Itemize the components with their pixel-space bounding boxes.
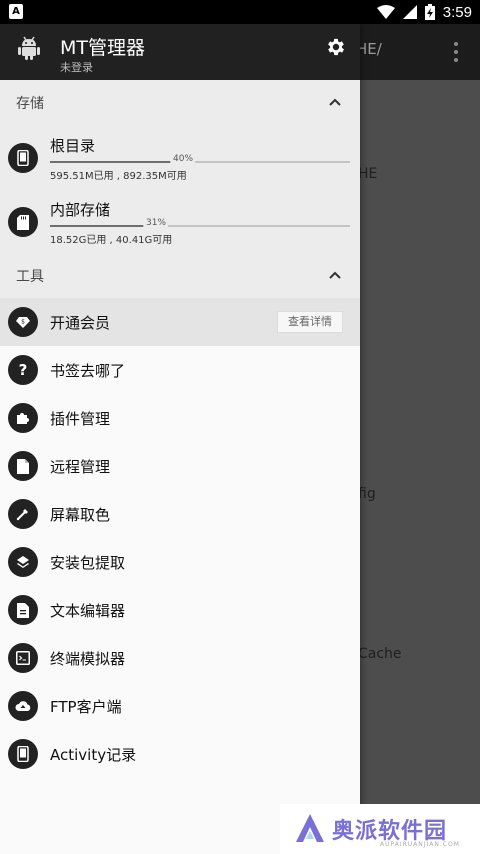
storage-item-internal[interactable]: 内部存储 31% 18.52G已用 , 40.41G可用 bbox=[0, 189, 360, 253]
tools-section-title: 工具 bbox=[16, 269, 44, 285]
menu-label: 插件管理 bbox=[50, 410, 111, 428]
menu-item-vip[interactable]: $ 开通会员 查看详情 bbox=[0, 298, 360, 346]
puzzle-icon bbox=[8, 403, 38, 433]
storage-item-root[interactable]: 根目录 40% 595.51M已用 , 892.35M可用 bbox=[0, 125, 360, 189]
signal-icon bbox=[402, 5, 417, 19]
menu-item-text-editor[interactable]: 文本编辑器 bbox=[0, 586, 360, 634]
storage-progress-fill bbox=[50, 225, 143, 227]
view-details-button[interactable]: 查看详情 bbox=[277, 311, 343, 333]
notification-icon: A bbox=[9, 4, 23, 19]
login-status[interactable]: 未登录 bbox=[60, 59, 93, 75]
app-title: MT管理器 bbox=[60, 37, 145, 59]
document-icon bbox=[8, 595, 38, 625]
background-item[interactable]: HE bbox=[358, 166, 377, 182]
navigation-drawer: MT管理器 未登录 存储 根目录 40% 595.51M已用 , 892.35M… bbox=[0, 24, 360, 854]
settings-gear-icon[interactable] bbox=[325, 36, 347, 58]
night-mode-icon[interactable] bbox=[276, 37, 298, 59]
cloud-icon bbox=[8, 691, 38, 721]
storage-percent: 31% bbox=[144, 218, 169, 228]
svg-text:$: $ bbox=[21, 319, 25, 326]
storage-detail: 18.52G已用 , 40.41G可用 bbox=[50, 235, 173, 246]
sd-card-icon bbox=[8, 207, 38, 237]
menu-item-color-picker[interactable]: 屏幕取色 bbox=[0, 490, 360, 538]
storage-name: 内部存储 bbox=[50, 201, 111, 219]
menu-item-bookmarks[interactable]: ? 书签去哪了 bbox=[0, 346, 360, 394]
eyedropper-icon bbox=[8, 499, 38, 529]
phone-icon bbox=[8, 143, 38, 173]
status-bar: A 3:59 bbox=[0, 0, 480, 24]
menu-label: 终端模拟器 bbox=[50, 650, 126, 668]
watermark-logo bbox=[296, 814, 324, 842]
menu-item-ftp[interactable]: FTP客户端 bbox=[0, 682, 360, 730]
menu-label: Activity记录 bbox=[50, 746, 137, 764]
drawer-header: MT管理器 未登录 bbox=[0, 24, 360, 80]
storage-percent: 40% bbox=[171, 154, 196, 164]
storage-progress-fill bbox=[50, 161, 170, 163]
layers-icon bbox=[8, 547, 38, 577]
status-time: 3:59 bbox=[442, 3, 472, 21]
menu-item-remote[interactable]: 远程管理 bbox=[0, 442, 360, 490]
menu-label: 开通会员 bbox=[50, 314, 111, 332]
menu-label: 远程管理 bbox=[50, 458, 111, 476]
chevron-up-icon[interactable] bbox=[328, 95, 342, 109]
phone-icon bbox=[8, 739, 38, 769]
file-icon bbox=[8, 451, 38, 481]
storage-progress-bar bbox=[50, 161, 350, 163]
wifi-icon bbox=[376, 5, 395, 19]
watermark-subtext: AUPAIRUANJIAN.COM bbox=[380, 841, 460, 848]
menu-label: 屏幕取色 bbox=[50, 506, 111, 524]
background-item[interactable]: Cache bbox=[358, 646, 402, 662]
android-icon bbox=[18, 36, 40, 60]
vip-diamond-icon: $ bbox=[8, 307, 38, 337]
more-options-icon[interactable] bbox=[446, 34, 466, 70]
tools-section-header[interactable]: 工具 bbox=[0, 253, 360, 298]
menu-item-plugins[interactable]: 插件管理 bbox=[0, 394, 360, 442]
menu-item-activity-log[interactable]: Activity记录 bbox=[0, 730, 360, 778]
menu-label: 文本编辑器 bbox=[50, 602, 126, 620]
menu-item-apk-extract[interactable]: 安装包提取 bbox=[0, 538, 360, 586]
battery-charging-icon bbox=[424, 4, 435, 20]
storage-section-title: 存储 bbox=[16, 96, 44, 112]
menu-label: FTP客户端 bbox=[50, 698, 122, 716]
menu-label: 安装包提取 bbox=[50, 554, 126, 572]
storage-detail: 595.51M已用 , 892.35M可用 bbox=[50, 171, 187, 182]
background-item[interactable]: fig bbox=[358, 486, 376, 502]
menu-item-terminal[interactable]: 终端模拟器 bbox=[0, 634, 360, 682]
chevron-up-icon[interactable] bbox=[328, 268, 342, 282]
storage-progress-bar bbox=[50, 225, 350, 227]
question-icon: ? bbox=[8, 355, 38, 385]
site-watermark: 奥派软件园 AUPAIRUANJIAN.COM bbox=[280, 804, 480, 854]
storage-name: 根目录 bbox=[50, 137, 96, 155]
terminal-icon bbox=[8, 643, 38, 673]
storage-section-header[interactable]: 存储 bbox=[0, 80, 360, 125]
status-icons: 3:59 bbox=[376, 0, 472, 24]
menu-label: 书签去哪了 bbox=[50, 362, 126, 380]
